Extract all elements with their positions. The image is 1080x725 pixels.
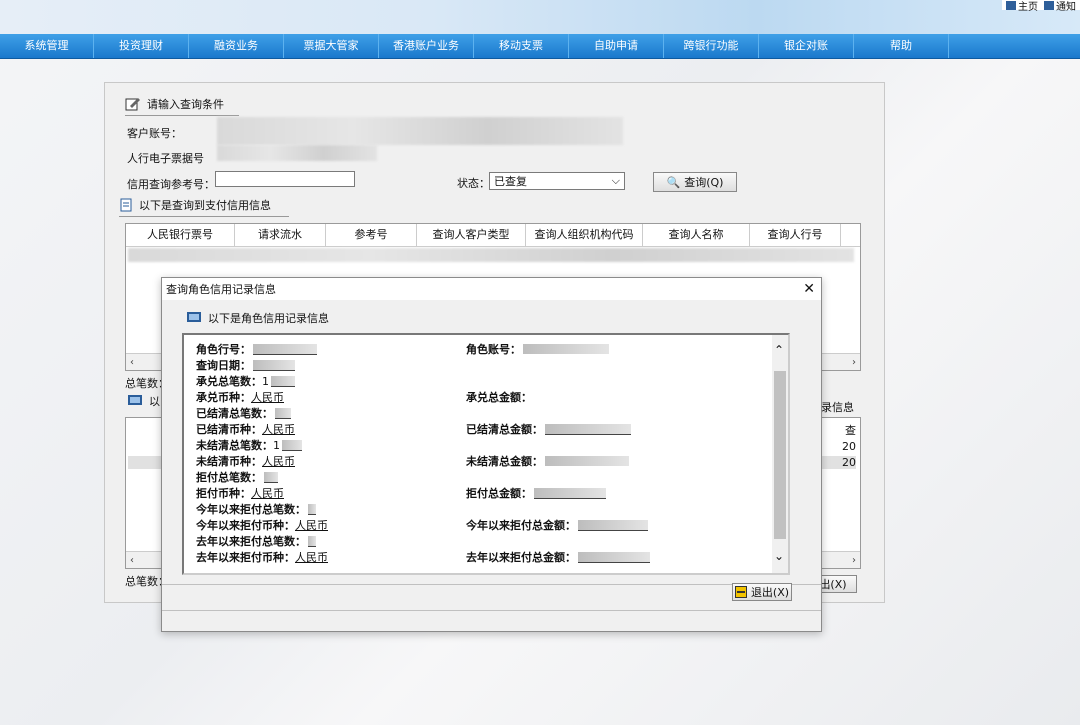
dialog-section-title: 以下是角色信用记录信息: [186, 310, 329, 326]
chevron-down-icon[interactable]: ⌄: [774, 549, 784, 563]
chevron-up-icon[interactable]: ⌃: [774, 343, 784, 357]
field-ytd-refused-currency: 今年以来拒付币种： 人民币: [196, 519, 328, 532]
dialog-divider: [162, 584, 821, 585]
field-refused-amount: 拒付总金额：: [466, 485, 606, 501]
field-settled-count: 已结清总笔数：: [196, 405, 291, 421]
search-icon: 🔍: [666, 175, 681, 189]
customer-account-label: 客户账号：: [127, 127, 182, 140]
chevron-down-icon: ⌵: [611, 174, 620, 187]
col-querier-bank-no[interactable]: 查询人行号: [750, 224, 841, 246]
col-querier-name[interactable]: 查询人名称: [643, 224, 750, 246]
nav-self-apply[interactable]: 自助申请: [569, 34, 664, 58]
table-row[interactable]: 20: [842, 440, 856, 453]
col-pbc-bill-no[interactable]: 人民银行票号: [126, 224, 235, 246]
lower-title-right-fragment: 录信息: [821, 401, 854, 414]
field-ly-refused-count: 去年以来拒付总笔数：: [196, 533, 316, 549]
customer-account-value: [217, 117, 623, 145]
bill-number-value: [217, 145, 377, 161]
nav-finance[interactable]: 融资业务: [189, 34, 284, 58]
field-settled-amount: 已结清总金额：: [466, 421, 631, 437]
status-label: 状态：: [457, 177, 490, 190]
home-icon: [1006, 0, 1016, 10]
nav-bill-manager[interactable]: 票据大管家: [284, 34, 379, 58]
lower-col-header-fragment: 查: [845, 424, 856, 437]
field-ly-refused-currency: 去年以来拒付币种： 人民币: [196, 551, 328, 564]
close-icon[interactable]: ✕: [803, 281, 815, 297]
credit-ref-input[interactable]: [215, 171, 355, 187]
exit-icon: [734, 586, 747, 598]
nav-invest[interactable]: 投资理财: [94, 34, 189, 58]
query-button[interactable]: 🔍 查询(Q): [653, 172, 737, 192]
notice-link[interactable]: 通知: [1044, 0, 1076, 13]
field-settled-currency: 已结清币种： 人民币: [196, 423, 295, 436]
col-customer-type[interactable]: 查询人客户类型: [417, 224, 526, 246]
dialog-title: 查询角色信用记录信息: [166, 283, 276, 296]
field-refused-count: 拒付总笔数：: [196, 469, 278, 485]
nav-help[interactable]: 帮助: [854, 34, 949, 58]
nav-reconcile[interactable]: 银企对账: [759, 34, 854, 58]
field-refused-currency: 拒付币种： 人民币: [196, 487, 284, 500]
field-unsettled-amount: 未结清总金额：: [466, 453, 629, 469]
main-nav: 系统管理 投资理财 融资业务 票据大管家 香港账户业务 移动支票 自助申请 跨银…: [0, 34, 1080, 59]
field-accept-amount: 承兑总金额：: [466, 391, 532, 404]
results-section-title: 以下是查询到支付信用信息: [119, 197, 289, 217]
notice-icon: [1044, 0, 1054, 10]
field-unsettled-count: 未结清总笔数： 1: [196, 437, 302, 453]
dialog-titlebar: 查询角色信用记录信息 ✕: [162, 278, 821, 300]
nav-system[interactable]: 系统管理: [0, 34, 94, 58]
field-accept-count: 承兑总笔数： 1: [196, 373, 295, 389]
field-accept-currency: 承兑币种： 人民币: [196, 391, 284, 404]
field-query-date: 查询日期：: [196, 357, 295, 373]
field-unsettled-currency: 未结清币种： 人民币: [196, 455, 295, 468]
table-row[interactable]: [128, 248, 854, 262]
col-request-serial[interactable]: 请求流水: [235, 224, 326, 246]
dialog-statusbar: [162, 610, 821, 611]
credit-record-panel: 角色行号： 查询日期： 承兑总笔数： 1 承兑币种： 人民币 已结清总笔数： 已结清…: [182, 333, 790, 575]
field-role-account: 角色账号：: [466, 341, 609, 357]
dialog-exit-button[interactable]: 退出(X): [732, 583, 792, 601]
home-link[interactable]: 主页: [1006, 0, 1038, 13]
col-org-code[interactable]: 查询人组织机构代码: [526, 224, 643, 246]
bill-number-label: 人行电子票据号: [127, 152, 204, 165]
field-ytd-refused-amount: 今年以来拒付总金额：: [466, 517, 648, 533]
monitor-icon: [128, 395, 142, 405]
credit-record-dialog: 查询角色信用记录信息 ✕ 以下是角色信用记录信息 角色行号： 查询日期： 承兑总…: [161, 277, 822, 632]
top-links: 主页 通知: [1002, 0, 1080, 13]
col-reference-no[interactable]: 参考号: [326, 224, 417, 246]
query-section-title: 请输入查询条件: [125, 96, 239, 116]
monitor-icon: [187, 312, 201, 322]
field-ly-refused-amount: 去年以来拒付总金额：: [466, 549, 650, 565]
dialog-vscrollbar[interactable]: ⌃ ⌄: [772, 335, 788, 573]
nav-mobile-check[interactable]: 移动支票: [474, 34, 569, 58]
field-role-bank-no: 角色行号：: [196, 341, 317, 357]
edit-icon: [125, 98, 140, 111]
results-table-header: 人民银行票号 请求流水 参考号 查询人客户类型 查询人组织机构代码 查询人名称 …: [126, 224, 860, 247]
field-ytd-refused-count: 今年以来拒付总笔数：: [196, 501, 316, 517]
lower-section-title: 以: [127, 393, 160, 409]
credit-ref-label: 信用查询参考号：: [127, 178, 215, 191]
header-banner: [0, 0, 1080, 34]
nav-hk-account[interactable]: 香港账户业务: [379, 34, 474, 58]
status-select[interactable]: 已查复 ⌵: [489, 172, 625, 190]
scroll-thumb[interactable]: [774, 371, 786, 539]
nav-cross-bank[interactable]: 跨银行功能: [664, 34, 759, 58]
document-icon: [120, 198, 132, 212]
